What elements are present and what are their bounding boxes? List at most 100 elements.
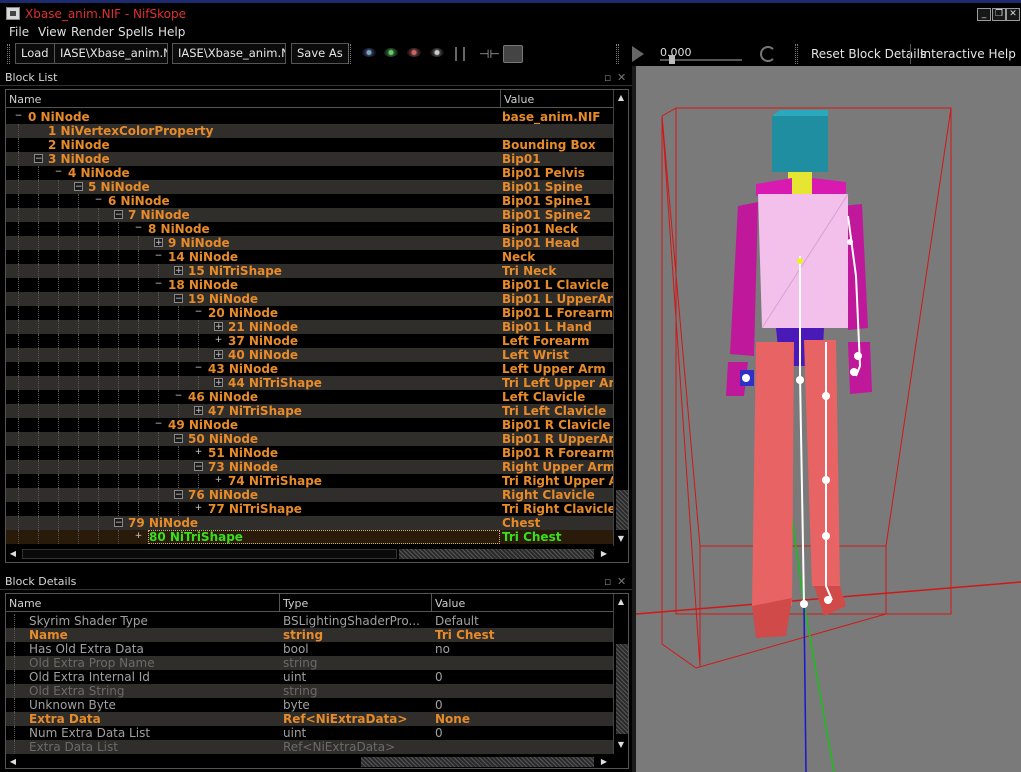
flip-icon[interactable]: ⊣⊢ — [479, 47, 500, 61]
expand-icon[interactable]: + — [154, 238, 163, 248]
view-front-icon[interactable] — [362, 48, 376, 57]
collapse-icon[interactable]: − — [194, 364, 203, 373]
block-details-vscroll[interactable]: ▲ ▼ — [613, 594, 628, 754]
scroll-right-icon[interactable]: ▶ — [599, 757, 609, 767]
tree-row[interactable]: −73 NiNode Right Upper Arm — [6, 460, 615, 474]
hscroll-track-thumb[interactable] — [22, 549, 397, 559]
tree-row[interactable]: −0 NiNode base_anim.NIF — [6, 110, 614, 124]
collapse-icon[interactable]: − — [94, 196, 103, 205]
detail-row[interactable]: Num Extra Data List uint 0 — [6, 726, 614, 740]
view-side-icon[interactable] — [384, 48, 398, 57]
collapse-icon[interactable]: − — [154, 280, 163, 289]
collapse-icon[interactable]: − — [154, 252, 163, 261]
detail-row[interactable]: Old Extra Internal Id uint 0 — [6, 670, 614, 684]
menu-file[interactable]: File — [9, 25, 29, 39]
column-header-name[interactable]: Name — [6, 90, 501, 108]
detail-row[interactable]: Extra Data List Ref<NiExtraData> — [6, 740, 614, 754]
tree-row[interactable]: −6 NiNode Bip01 Spine1 — [6, 194, 614, 208]
reset-block-details-button[interactable]: Reset Block Details — [811, 47, 926, 61]
scroll-down-icon[interactable]: ▼ — [616, 534, 626, 544]
toolbar-grip[interactable] — [616, 44, 619, 64]
perspective-icon[interactable] — [503, 45, 523, 63]
menu-spells[interactable]: Spells — [118, 25, 154, 39]
collapse-icon[interactable]: − — [174, 490, 183, 500]
column-header-value[interactable]: Value — [501, 90, 615, 108]
toolbar-grip[interactable] — [348, 44, 351, 64]
close-panel-icon[interactable]: ✕ — [617, 71, 626, 84]
expand-icon[interactable]: + — [214, 322, 223, 332]
collapse-icon[interactable]: − — [174, 294, 183, 304]
menu-view[interactable]: View — [38, 25, 66, 39]
collapse-icon[interactable]: − — [54, 168, 63, 177]
scroll-right-icon[interactable]: ▶ — [599, 549, 609, 559]
tree-row[interactable]: −20 NiNode Bip01 L Forearm — [6, 306, 614, 320]
float-icon[interactable]: ▫ — [604, 71, 611, 84]
detail-row[interactable]: Name string Tri Chest — [6, 628, 614, 642]
collapse-icon[interactable]: − — [194, 462, 203, 472]
collapse-icon[interactable]: − — [154, 420, 163, 429]
scroll-down-icon[interactable]: ▼ — [616, 740, 626, 750]
hscroll-track[interactable] — [361, 757, 594, 767]
scroll-left-icon[interactable]: ◀ — [8, 757, 18, 767]
load-button[interactable]: Load — [15, 43, 55, 64]
float-icon[interactable]: ▫ — [604, 575, 611, 588]
column-header-name[interactable]: Name — [6, 594, 280, 612]
scroll-thumb[interactable] — [616, 490, 628, 530]
collapse-icon[interactable]: − — [174, 434, 183, 444]
block-list-tree[interactable]: Name Value −0 NiNode base_anim.NIF 1 NiVer… — [5, 89, 629, 563]
tree-row[interactable]: −43 NiNode Left Upper Arm — [6, 362, 614, 376]
tree-row[interactable]: −76 NiNode Right Clavicle — [6, 488, 614, 502]
tree-row[interactable]: −19 NiNode Bip01 L UpperArm — [6, 292, 616, 306]
scroll-up-icon[interactable]: ▲ — [616, 597, 626, 607]
collapse-icon[interactable]: − — [114, 518, 123, 528]
loop-icon[interactable] — [760, 46, 776, 62]
tree-row[interactable]: +37 NiNode Left Forearm — [6, 334, 614, 348]
menu-help[interactable]: Help — [158, 25, 185, 39]
detail-row[interactable]: Extra Data Ref<NiExtraData> None — [6, 712, 614, 726]
tree-row[interactable]: 1 NiVertexColorProperty — [6, 124, 614, 138]
load-path-field[interactable]: IASE\Xbase_anim.NIF — [54, 43, 168, 64]
play-icon[interactable] — [632, 46, 644, 62]
collapse-icon[interactable]: − — [134, 224, 143, 233]
scroll-left-icon[interactable]: ◀ — [8, 549, 18, 559]
expand-icon[interactable]: + — [194, 448, 203, 457]
tree-row[interactable]: −4 NiNode Bip01 Pelvis — [6, 166, 614, 180]
collapse-icon[interactable]: − — [34, 154, 43, 164]
time-slider-handle[interactable] — [669, 55, 675, 64]
expand-icon[interactable]: + — [214, 476, 223, 485]
tree-row[interactable]: +40 NiNode Left Wrist — [6, 348, 614, 362]
expand-icon[interactable]: + — [214, 378, 223, 388]
tree-row[interactable]: −7 NiNode Bip01 Spine2 — [6, 208, 614, 222]
expand-icon[interactable]: + — [134, 532, 143, 541]
tree-row[interactable]: +74 NiTriShape Tri Right Upper Arm — [6, 474, 616, 488]
block-list-vscroll[interactable]: ▲ ▼ — [613, 90, 628, 546]
collapse-icon[interactable]: − — [14, 112, 23, 121]
restore-icon[interactable]: ❐ — [992, 8, 1006, 21]
collapse-icon[interactable]: − — [74, 182, 83, 192]
column-header-value[interactable]: Value — [432, 594, 614, 612]
block-details-table[interactable]: Name Type Value Skyrim Shader Type BSLigh… — [5, 593, 629, 769]
expand-icon[interactable]: + — [194, 406, 203, 416]
collapse-icon[interactable]: − — [194, 308, 203, 317]
tree-row[interactable]: −79 NiNode Chest — [6, 516, 614, 530]
save-as-button[interactable]: Save As — [291, 43, 349, 64]
tree-row[interactable]: 2 NiNode Bounding Box — [6, 138, 614, 152]
column-header-type[interactable]: Type — [280, 594, 432, 612]
expand-icon[interactable]: + — [214, 350, 223, 360]
collapse-icon[interactable]: − — [114, 210, 123, 220]
app-icon[interactable] — [6, 7, 20, 20]
tree-row[interactable]: +47 NiTriShape Tri Left Clavicle — [6, 404, 614, 418]
detail-row[interactable]: Has Old Extra Data bool no — [6, 642, 614, 656]
tree-row[interactable]: −3 NiNode Bip01 — [6, 152, 614, 166]
tree-row[interactable]: −50 NiNode Bip01 R UpperArm — [6, 432, 616, 446]
tree-row[interactable]: +77 NiTriShape Tri Right Clavicle — [6, 502, 616, 516]
toolbar-grip[interactable] — [7, 44, 10, 64]
tree-row[interactable]: −5 NiNode Bip01 Spine — [6, 180, 614, 194]
detail-row[interactable]: Old Extra Prop Name string — [6, 656, 614, 670]
tree-row[interactable]: −49 NiNode Bip01 R Clavicle — [6, 418, 614, 432]
detail-row[interactable]: Skyrim Shader Type BSLightingShaderPro...… — [6, 614, 614, 628]
collapse-icon[interactable]: − — [174, 392, 183, 401]
scroll-thumb[interactable] — [616, 644, 628, 734]
walk-icon[interactable] — [455, 47, 465, 61]
block-list-hscroll[interactable]: ◀ ▶ — [6, 546, 613, 562]
